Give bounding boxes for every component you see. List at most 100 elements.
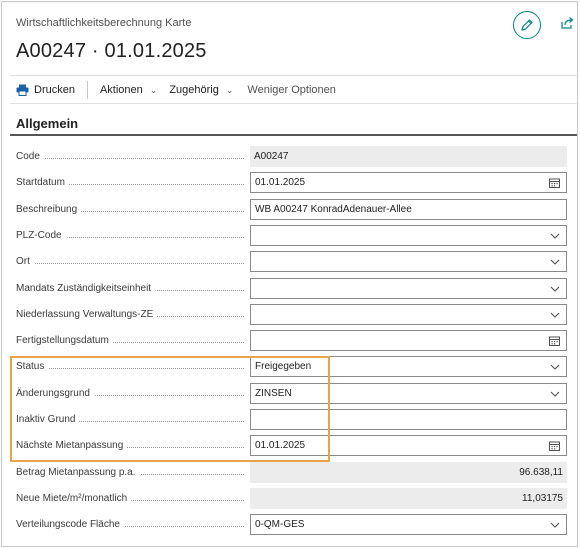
code-value: A00247 bbox=[250, 146, 567, 167]
field-value: 0-QM-GES bbox=[255, 519, 305, 531]
plz-code-select[interactable] bbox=[250, 224, 567, 246]
calendar-icon[interactable] bbox=[549, 439, 560, 453]
field-value: 96.638,11 bbox=[519, 466, 563, 478]
field-row-beschreibung: Beschreibung WB A00247 KonradAdenauer-All… bbox=[16, 198, 567, 220]
page-card: Wirtschaftlichkeitsberechnung Karte A002… bbox=[1, 1, 578, 547]
field-row-betrag-mietanpassung-p-a: Betrag Mietanpassung p.a. 96.638,11 bbox=[16, 461, 567, 483]
field-label-text: Betrag Mietanpassung p.a. bbox=[16, 466, 140, 478]
chevron-down-icon[interactable] bbox=[550, 360, 560, 374]
field-label-text: Neue Miete/m²/monatlich bbox=[16, 492, 132, 504]
field-value: Freigegeben bbox=[255, 361, 312, 373]
startdatum-date-input[interactable]: 01.01.2025 bbox=[250, 172, 567, 194]
chevron-down-icon[interactable] bbox=[550, 518, 560, 532]
field-label: Neue Miete/m²/monatlich bbox=[16, 488, 250, 509]
field-row-plz-code: PLZ-Code bbox=[16, 224, 567, 246]
field-label: Betrag Mietanpassung p.a. bbox=[16, 462, 250, 483]
chevron-down-icon: ⌄ bbox=[225, 84, 234, 95]
field-label-text: Verteilungscode Fläche bbox=[16, 519, 124, 531]
chevron-down-icon[interactable] bbox=[550, 387, 560, 401]
action-bar: Drucken Aktionen ⌄ Zugehörig ⌄ Weniger O… bbox=[16, 80, 336, 100]
field-row-startdatum: Startdatum 01.01.2025 bbox=[16, 172, 567, 194]
field-label: Fertigstellungsdatum bbox=[16, 330, 250, 351]
actions-menu-label: Aktionen bbox=[99, 84, 143, 96]
chevron-down-icon[interactable] bbox=[550, 255, 560, 269]
niederlassung-verwaltungs-ze-select[interactable] bbox=[250, 303, 567, 325]
field-row-anderungsgrund: Änderungsgrund ZINSEN bbox=[16, 382, 567, 404]
page-title: A00247 · 01.01.2025 bbox=[16, 40, 207, 62]
field-label: Inaktiv Grund bbox=[16, 409, 250, 430]
field-label: Änderungsgrund bbox=[16, 383, 250, 404]
inaktiv-grund-input[interactable] bbox=[250, 409, 567, 430]
related-menu-label: Zugehörig bbox=[169, 84, 219, 96]
print-button[interactable]: Drucken bbox=[16, 80, 75, 100]
share-icon bbox=[561, 17, 574, 29]
field-row-neue-miete-m-monatlich: Neue Miete/m²/monatlich 11,03175 bbox=[16, 487, 567, 509]
share-button[interactable] bbox=[560, 16, 574, 30]
field-label: Startdatum bbox=[16, 172, 250, 193]
field-value: 01.01.2025 bbox=[255, 440, 306, 452]
pencil-icon bbox=[521, 19, 533, 31]
fewer-options-button[interactable]: Weniger Optionen bbox=[247, 80, 335, 100]
field-label-text: Beschreibung bbox=[16, 203, 82, 215]
field-label: Niederlassung Verwaltungs-ZE bbox=[16, 304, 250, 325]
field-row-ort: Ort bbox=[16, 251, 567, 273]
printer-icon bbox=[16, 84, 29, 96]
edit-button[interactable] bbox=[513, 11, 541, 39]
field-label: Ort bbox=[16, 251, 250, 272]
nachste-mietanpassung-date-input[interactable]: 01.01.2025 bbox=[250, 435, 567, 457]
field-label-text: Code bbox=[16, 151, 44, 162]
field-value: ZINSEN bbox=[255, 387, 292, 399]
field-label-text: Niederlassung Verwaltungs-ZE bbox=[16, 308, 158, 320]
verteilungscode-flache-select[interactable]: 0-QM-GES bbox=[250, 514, 567, 536]
field-label-text: Startdatum bbox=[16, 177, 69, 189]
anderungsgrund-select[interactable]: ZINSEN bbox=[250, 382, 567, 404]
field-value: 11,03175 bbox=[522, 492, 563, 504]
field-value: 01.01.2025 bbox=[255, 177, 306, 189]
actions-menu[interactable]: Aktionen ⌄ bbox=[100, 80, 157, 100]
field-row-niederlassung-verwaltungs-ze: Niederlassung Verwaltungs-ZE bbox=[16, 303, 567, 325]
actionbar-bottom-divider bbox=[10, 103, 577, 104]
chevron-down-icon[interactable] bbox=[550, 282, 560, 296]
field-row-code: Code A00247 bbox=[16, 146, 567, 167]
calendar-icon[interactable] bbox=[549, 334, 560, 348]
field-label-text: Inaktiv Grund bbox=[16, 414, 80, 425]
field-label-text: Ort bbox=[16, 256, 34, 268]
field-row-fertigstellungsdatum: Fertigstellungsdatum bbox=[16, 330, 567, 352]
field-label: Nächste Mietanpassung bbox=[16, 435, 250, 456]
field-label-text: Mandats Zuständigkeitseinheit bbox=[16, 282, 156, 294]
status-select[interactable]: Freigegeben bbox=[250, 356, 567, 378]
fertigstellungsdatum-date-input[interactable] bbox=[250, 330, 567, 352]
beschreibung-input[interactable]: WB A00247 KonradAdenauer-Allee bbox=[250, 198, 567, 220]
field-label: Status bbox=[16, 356, 250, 377]
field-row-mandats-zustandigkeitseinheit: Mandats Zuständigkeitseinheit bbox=[16, 277, 567, 299]
field-label-text: Änderungsgrund bbox=[16, 387, 94, 399]
related-menu[interactable]: Zugehörig ⌄ bbox=[169, 80, 233, 100]
fewer-options-label: Weniger Optionen bbox=[247, 84, 336, 96]
calendar-icon[interactable] bbox=[549, 176, 560, 190]
mandats-zustandigkeitseinheit-select[interactable] bbox=[250, 277, 567, 299]
field-row-status: Status Freigegeben bbox=[16, 356, 567, 378]
field-label: PLZ-Code bbox=[16, 225, 250, 246]
field-row-verteilungscode-flache: Verteilungscode Fläche 0-QM-GES bbox=[16, 514, 567, 536]
field-label-text: Fertigstellungsdatum bbox=[16, 335, 113, 347]
field-label-text: Nächste Mietanpassung bbox=[16, 440, 128, 452]
chevron-down-icon[interactable] bbox=[550, 229, 560, 243]
actionbar-top-divider bbox=[10, 75, 577, 76]
neue-miete-m-monatlich-value: 11,03175 bbox=[250, 487, 567, 509]
field-value: WB A00247 KonradAdenauer-Allee bbox=[255, 203, 412, 215]
action-divider bbox=[86, 81, 88, 99]
betrag-mietanpassung-p-a-value: 96.638,11 bbox=[250, 461, 567, 483]
field-label: Beschreibung bbox=[16, 199, 250, 220]
chevron-down-icon: ⌄ bbox=[149, 84, 158, 95]
section-title: Allgemein bbox=[16, 116, 79, 131]
field-label: Mandats Zuständigkeitseinheit bbox=[16, 278, 250, 299]
section-divider bbox=[10, 134, 577, 136]
page-caption: Wirtschaftlichkeitsberechnung Karte bbox=[16, 17, 192, 29]
chevron-down-icon[interactable] bbox=[550, 308, 560, 322]
field-label: Verteilungscode Fläche bbox=[16, 514, 250, 535]
field-row-nachste-mietanpassung: Nächste Mietanpassung 01.01.2025 bbox=[16, 435, 567, 457]
ort-select[interactable] bbox=[250, 251, 567, 273]
print-label: Drucken bbox=[34, 84, 75, 96]
field-value: A00247 bbox=[254, 151, 289, 162]
field-label-text: Status bbox=[16, 361, 49, 373]
